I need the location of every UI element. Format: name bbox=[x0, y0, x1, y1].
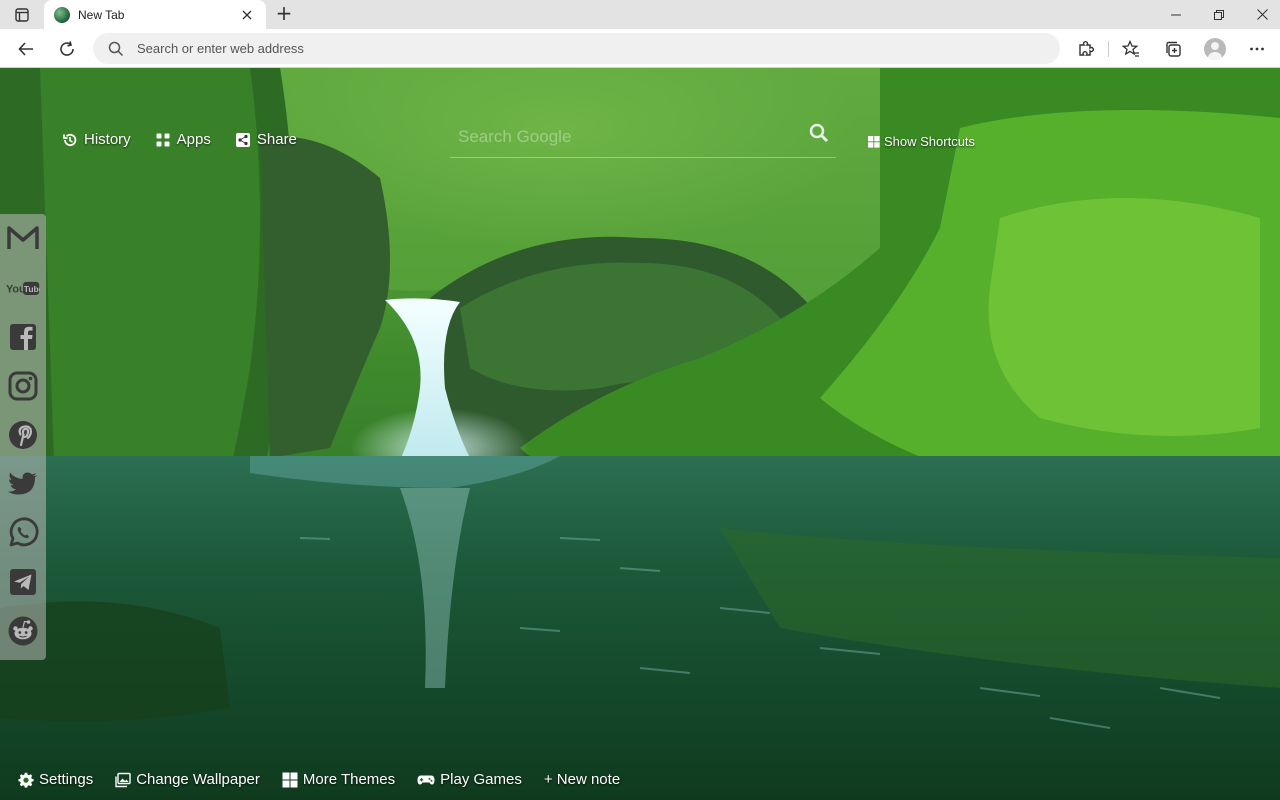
pinterest-icon bbox=[9, 421, 37, 449]
close-tab-button[interactable] bbox=[238, 6, 256, 24]
bottom-bar: Settings Change Wallpaper More Themes Pl… bbox=[18, 771, 620, 788]
play-games-button[interactable]: Play Games bbox=[417, 771, 522, 788]
search-input[interactable] bbox=[458, 122, 798, 152]
reddit-link[interactable] bbox=[5, 613, 41, 649]
new-tab-button[interactable]: + bbox=[272, 3, 296, 25]
history-icon bbox=[63, 133, 77, 146]
new-note-label: + New note bbox=[543, 771, 621, 788]
minimize-button[interactable] bbox=[1154, 0, 1198, 29]
restore-button[interactable] bbox=[1197, 0, 1241, 29]
history-link[interactable]: History bbox=[62, 131, 131, 148]
collections-icon bbox=[1166, 41, 1181, 57]
history-label: History bbox=[84, 131, 131, 148]
instagram-icon bbox=[8, 371, 38, 401]
change-wallpaper-label: Change Wallpaper bbox=[136, 771, 260, 788]
reddit-icon bbox=[8, 616, 38, 646]
wallpaper-image bbox=[0, 68, 1280, 800]
tab-new-tab[interactable]: New Tab bbox=[44, 0, 266, 29]
settings-label: Settings bbox=[39, 771, 94, 788]
search-icon[interactable] bbox=[808, 122, 830, 144]
address-bar[interactable] bbox=[93, 33, 1060, 64]
settings-menu-button[interactable] bbox=[1242, 34, 1272, 64]
svg-text:Tube: Tube bbox=[24, 284, 40, 294]
tab-strip: New Tab + bbox=[0, 0, 1280, 29]
tab-actions-icon bbox=[15, 8, 29, 22]
apps-link[interactable]: Apps bbox=[155, 131, 211, 148]
windows-grid-icon bbox=[282, 772, 298, 787]
top-links: History Apps Share bbox=[62, 131, 297, 148]
svg-text:You: You bbox=[6, 284, 26, 296]
instagram-link[interactable] bbox=[5, 368, 41, 404]
change-wallpaper-button[interactable]: Change Wallpaper bbox=[115, 771, 260, 788]
back-button[interactable] bbox=[11, 34, 41, 64]
more-themes-button[interactable]: More Themes bbox=[282, 771, 395, 788]
puzzle-icon bbox=[1079, 41, 1094, 56]
address-input[interactable] bbox=[137, 41, 1037, 56]
share-icon bbox=[235, 132, 250, 147]
close-window-button[interactable] bbox=[1240, 0, 1280, 29]
tab-title: New Tab bbox=[78, 7, 125, 22]
close-icon bbox=[242, 10, 252, 19]
profile-button[interactable] bbox=[1200, 34, 1230, 64]
social-sidebar: YouTube bbox=[0, 214, 46, 660]
twitter-link[interactable] bbox=[5, 466, 41, 502]
telegram-icon bbox=[10, 569, 36, 595]
share-label: Share bbox=[256, 131, 297, 148]
search-box bbox=[450, 118, 836, 158]
reload-icon bbox=[60, 41, 74, 56]
toolbar-divider bbox=[1108, 41, 1109, 57]
whatsapp-icon bbox=[9, 517, 39, 547]
browser-toolbar bbox=[0, 29, 1280, 68]
gamepad-icon bbox=[417, 775, 435, 784]
gmail-link[interactable] bbox=[5, 220, 41, 256]
play-games-label: Play Games bbox=[440, 771, 522, 788]
gmail-icon bbox=[7, 226, 39, 249]
restore-icon bbox=[1214, 9, 1224, 20]
facebook-link[interactable] bbox=[5, 319, 41, 355]
arrow-left-icon bbox=[18, 42, 33, 56]
share-link[interactable]: Share bbox=[235, 131, 297, 148]
minimize-icon bbox=[1171, 14, 1181, 15]
favorites-button[interactable] bbox=[1116, 34, 1146, 64]
telegram-link[interactable] bbox=[5, 564, 41, 600]
extensions-button[interactable] bbox=[1071, 34, 1101, 64]
whatsapp-link[interactable] bbox=[5, 515, 41, 551]
facebook-icon bbox=[10, 324, 36, 350]
collections-button[interactable] bbox=[1158, 34, 1188, 64]
close-icon bbox=[1256, 9, 1268, 20]
apps-label: Apps bbox=[176, 131, 211, 148]
twitter-icon bbox=[8, 472, 37, 495]
show-shortcuts-label: Show Shortcuts bbox=[884, 134, 976, 149]
apps-grid-icon bbox=[156, 133, 170, 146]
gear-icon bbox=[18, 772, 34, 788]
new-tab-page: History Apps Share Show Shortcuts YouTub… bbox=[0, 68, 1280, 800]
windows-grid-icon bbox=[868, 135, 880, 148]
tab-actions-button[interactable] bbox=[8, 4, 36, 26]
show-shortcuts-button[interactable]: Show Shortcuts bbox=[868, 134, 975, 149]
more-horizontal-icon bbox=[1250, 47, 1264, 51]
new-note-button[interactable]: + New note bbox=[544, 771, 620, 788]
youtube-icon: YouTube bbox=[6, 281, 40, 296]
more-themes-label: More Themes bbox=[302, 771, 396, 788]
youtube-link[interactable]: YouTube bbox=[5, 270, 41, 306]
star-list-icon bbox=[1122, 40, 1139, 57]
settings-button[interactable]: Settings bbox=[18, 771, 93, 788]
image-icon bbox=[115, 772, 131, 787]
avatar bbox=[1204, 38, 1226, 60]
pinterest-link[interactable] bbox=[5, 417, 41, 453]
reload-button[interactable] bbox=[52, 34, 82, 64]
search-icon bbox=[108, 41, 124, 56]
globe-favicon-icon bbox=[54, 6, 70, 23]
